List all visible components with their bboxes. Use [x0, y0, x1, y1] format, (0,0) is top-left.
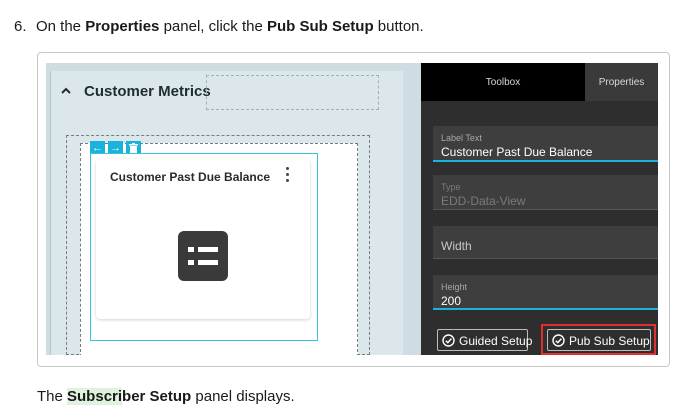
result-text: The Subscriber Setup panel displays. — [37, 387, 295, 407]
type-label: Type — [441, 182, 461, 192]
selected-widget[interactable]: Customer Past Due Balance — [90, 153, 318, 341]
step-number: 6. — [14, 18, 27, 35]
section-title: Customer Metrics — [84, 83, 211, 100]
design-canvas: Customer Metrics ← → Customer Past Due Ba… — [46, 63, 421, 355]
kebab-menu-icon[interactable] — [284, 167, 290, 183]
step-panel-name: Properties — [85, 18, 160, 35]
properties-panel: Toolbox Properties Label Text Customer P… — [421, 63, 658, 355]
header-drop-zone — [206, 75, 379, 110]
search-highlight: Subscri — [67, 388, 123, 405]
section-header[interactable]: Customer Metrics — [50, 71, 379, 113]
step-button-name: Pub Sub Setup — [266, 18, 374, 35]
result-text-before: The — [37, 388, 68, 405]
width-field[interactable]: Width — [433, 226, 658, 259]
width-placeholder: Width — [441, 239, 472, 253]
callout-highlight-box — [541, 324, 656, 355]
result-bold-rest: ber Setup — [122, 388, 192, 405]
widget-title: Customer Past Due Balance — [110, 170, 271, 184]
guided-setup-label: Guided Setup — [459, 334, 533, 348]
guided-setup-button[interactable]: Guided Setup — [437, 329, 532, 351]
step-text-after: button. — [373, 18, 424, 35]
check-circle-icon — [442, 334, 455, 347]
label-text-field[interactable]: Label Text Customer Past Due Balance — [433, 126, 658, 162]
height-value: 200 — [441, 294, 462, 308]
type-value: EDD-Data-View — [441, 194, 526, 208]
height-label: Height — [441, 282, 468, 292]
tab-properties[interactable]: Properties — [585, 63, 658, 101]
step-text-before: On the — [36, 18, 86, 35]
panel-tabs: Toolbox Properties — [421, 63, 658, 101]
data-view-icon — [178, 231, 228, 281]
step-instruction: 6. On the Properties panel, click the Pub… — [14, 17, 424, 37]
result-text-after: panel displays. — [191, 388, 295, 405]
tab-toolbox[interactable]: Toolbox — [421, 63, 585, 101]
data-view-card[interactable]: Customer Past Due Balance — [96, 159, 310, 319]
type-field: Type EDD-Data-View — [433, 175, 658, 210]
step-text-mid: panel, click the — [159, 18, 267, 35]
label-text-label: Label Text — [441, 133, 482, 143]
height-field[interactable]: Height 200 — [433, 275, 658, 310]
chevron-up-icon[interactable] — [60, 85, 72, 97]
label-text-value: Customer Past Due Balance — [441, 145, 593, 159]
embedded-screenshot: Customer Metrics ← → Customer Past Due Ba… — [46, 63, 658, 355]
